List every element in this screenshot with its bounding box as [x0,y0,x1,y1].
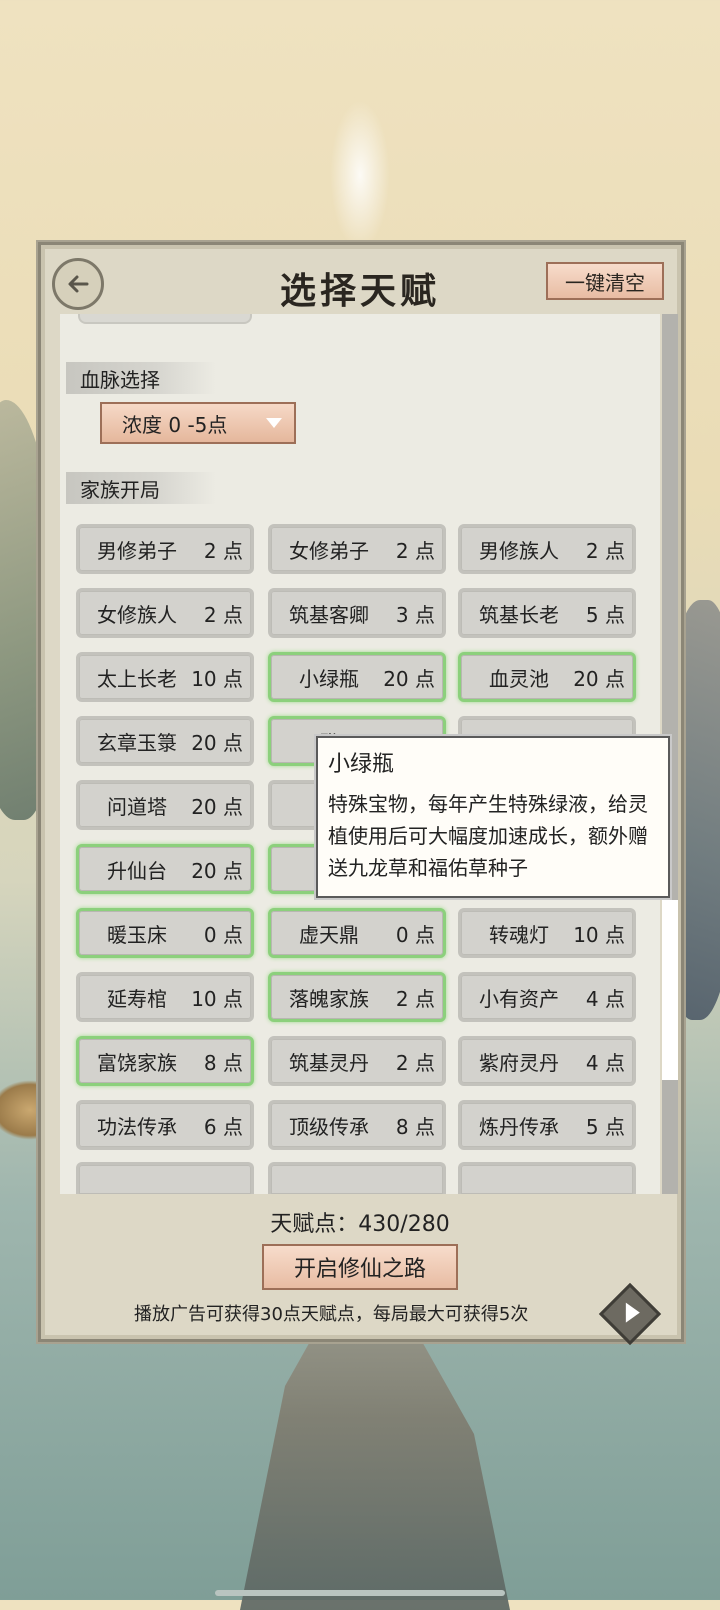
ad-reward-text: 播放广告可获得30点天赋点，每局最大可获得5次 [134,1304,529,1325]
smoke-decoration [330,100,390,250]
points-label: 天赋点： [270,1212,359,1237]
talent-item[interactable]: 顶级传承 8 点 [268,1100,446,1150]
talent-item-clipped[interactable] [458,1162,636,1194]
bloodline-concentration-dropdown[interactable]: 浓度 0 -5点 [100,402,296,444]
talent-cost: 0 点 [395,922,435,947]
clipped-item-fragment [78,314,252,324]
talent-name: 延寿棺 [107,986,167,1011]
talent-cost: 20 点 [383,666,435,691]
talent-cost: 6 点 [203,1114,243,1139]
talent-cost: 5 点 [585,1114,625,1139]
talent-name: 功法传承 [97,1114,177,1139]
talent-item[interactable]: 小绿瓶 20 点 [268,652,446,702]
talent-item[interactable]: 血灵池 20 点 [458,652,636,702]
talent-item[interactable]: 女修族人 2 点 [76,588,254,638]
talent-item[interactable]: 小有资产 4 点 [458,972,636,1022]
talent-cost: 20 点 [191,794,243,819]
talent-cost: 8 点 [203,1050,243,1075]
talent-name: 男修族人 [479,538,559,563]
talent-name: 转魂灯 [489,922,549,947]
talent-item[interactable]: 问道塔 20 点 [76,780,254,830]
talent-name: 富饶家族 [97,1050,177,1075]
dropdown-value: 浓度 0 -5点 [122,412,228,437]
talent-name: 升仙台 [107,858,167,883]
talent-name: 女修弟子 [289,538,369,563]
talent-name: 筑基客卿 [289,602,369,627]
talent-item[interactable]: 虚天鼎 0 点 [268,908,446,958]
talent-cost: 4 点 [585,986,625,1011]
talent-item-clipped[interactable] [268,1162,446,1194]
talent-name: 筑基灵丹 [289,1050,369,1075]
talent-name: 男修弟子 [97,538,177,563]
talent-name: 落魄家族 [289,986,369,1011]
talent-name: 小有资产 [479,986,559,1011]
talent-cost: 2 点 [585,538,625,563]
section-label-bloodline: 血脉选择 [66,362,216,394]
talent-cost: 2 点 [203,538,243,563]
home-indicator[interactable] [215,1590,505,1596]
talent-item[interactable]: 玄章玉箓 20 点 [76,716,254,766]
talent-item[interactable]: 暖玉床 0 点 [76,908,254,958]
talent-name: 虚天鼎 [299,922,359,947]
talent-cost: 2 点 [395,986,435,1011]
talent-cost: 5 点 [585,602,625,627]
talent-cost: 0 点 [203,922,243,947]
talent-item[interactable]: 落魄家族 2 点 [268,972,446,1022]
talent-item[interactable]: 富饶家族 8 点 [76,1036,254,1086]
talent-item[interactable]: 功法传承 6 点 [76,1100,254,1150]
tooltip-title: 小绿瓶 [328,752,395,777]
talent-item[interactable]: 升仙台 20 点 [76,844,254,894]
talent-name: 暖玉床 [107,922,167,947]
talent-name: 玄章玉箓 [97,730,177,755]
talent-cost: 20 点 [573,666,625,691]
talent-name: 筑基长老 [479,602,559,627]
talent-cost: 4 点 [585,1050,625,1075]
talent-cost: 20 点 [191,730,243,755]
points-value: 430/280 [358,1212,450,1237]
talent-name: 女修族人 [97,602,177,627]
scrollbar-thumb[interactable] [662,900,678,1080]
start-cultivation-button[interactable]: 开启修仙之路 [262,1244,458,1290]
talent-item[interactable]: 太上长老 10 点 [76,652,254,702]
talent-item[interactable]: 女修弟子 2 点 [268,524,446,574]
talent-name: 炼丹传承 [479,1114,559,1139]
talent-item[interactable]: 男修族人 2 点 [458,524,636,574]
talent-item[interactable]: 紫府灵丹 4 点 [458,1036,636,1086]
talent-cost: 10 点 [191,986,243,1011]
play-arrow-icon [625,1302,640,1323]
talent-cost: 2 点 [395,1050,435,1075]
talent-item[interactable]: 延寿棺 10 点 [76,972,254,1022]
caret-down-icon [266,418,282,428]
clear-all-button[interactable]: 一键清空 [546,262,664,300]
talent-item[interactable]: 筑基客卿 3 点 [268,588,446,638]
talent-cost: 10 点 [191,666,243,691]
talent-item-clipped[interactable] [76,1162,254,1194]
talent-tooltip: 小绿瓶 特殊宝物，每年产生特殊绿液，给灵植使用后可大幅度加速成长，额外赠送九龙草… [316,736,670,898]
talent-item[interactable]: 转魂灯 10 点 [458,908,636,958]
talent-item[interactable]: 筑基灵丹 2 点 [268,1036,446,1086]
talent-cost: 2 点 [203,602,243,627]
section-label-family: 家族开局 [66,472,216,504]
talent-item[interactable]: 筑基长老 5 点 [458,588,636,638]
talent-name: 太上长老 [97,666,177,691]
talent-item[interactable]: 炼丹传承 5 点 [458,1100,636,1150]
talent-name: 血灵池 [489,666,549,691]
talent-cost: 3 点 [395,602,435,627]
talent-name: 问道塔 [107,794,167,819]
talent-name: 顶级传承 [289,1114,369,1139]
talent-item[interactable]: 男修弟子 2 点 [76,524,254,574]
talent-cost: 8 点 [395,1114,435,1139]
talent-cost: 2 点 [395,538,435,563]
talent-cost: 10 点 [573,922,625,947]
talent-name: 紫府灵丹 [479,1050,559,1075]
talent-cost: 20 点 [191,858,243,883]
tooltip-description: 特殊宝物，每年产生特殊绿液，给灵植使用后可大幅度加速成长，额外赠送九龙草和福佑草… [328,792,648,880]
talent-name: 小绿瓶 [299,666,359,691]
talent-points-display: 天赋点：430/280 [0,1206,720,1238]
